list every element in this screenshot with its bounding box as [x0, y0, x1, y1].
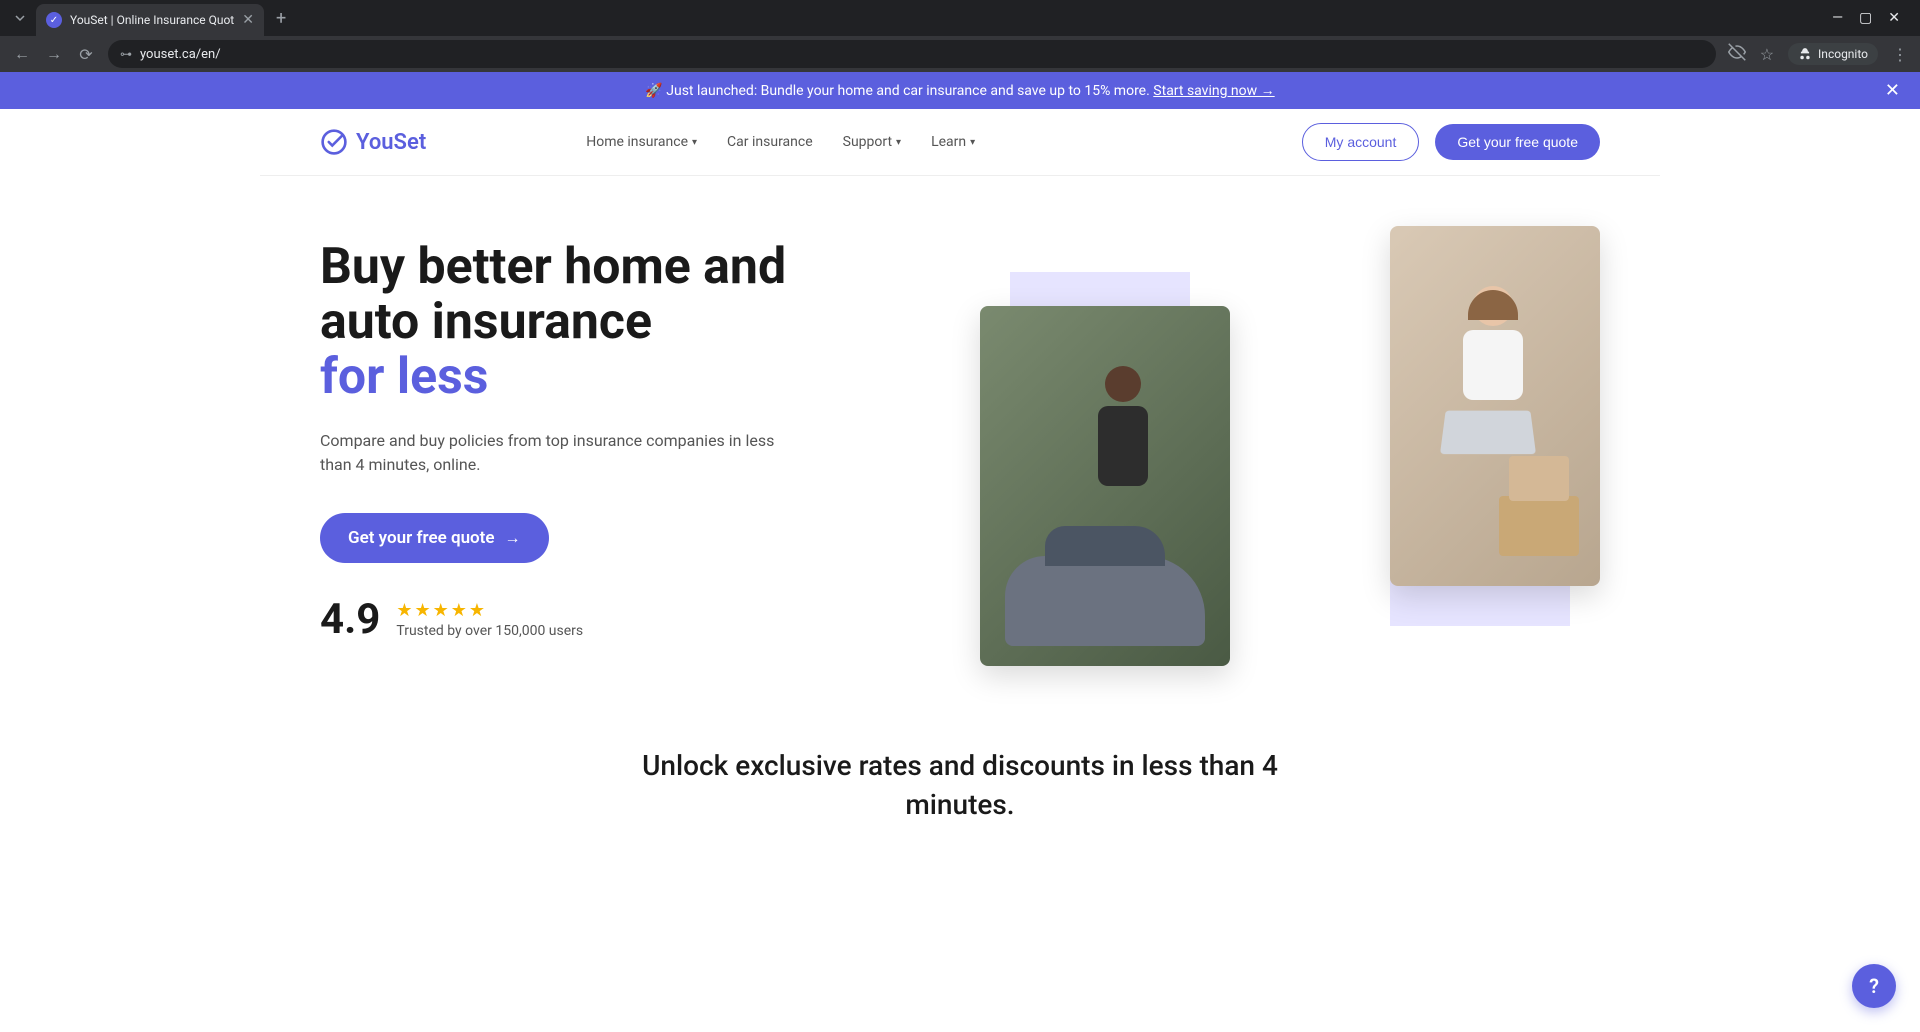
reload-button[interactable]: ⟳ — [76, 45, 96, 64]
tagline: Unlock exclusive rates and discounts in … — [610, 716, 1310, 874]
logo[interactable]: YouSet — [320, 128, 426, 156]
close-window-icon[interactable]: ✕ — [1888, 10, 1900, 26]
nav-home-insurance[interactable]: Home insurance ▾ — [586, 134, 697, 150]
url-bar: ← → ⟳ ⊶ youset.ca/en/ ☆ Incognito ⋮ — [0, 36, 1920, 72]
site-info-icon[interactable]: ⊶ — [120, 47, 132, 61]
logo-text: YouSet — [356, 130, 426, 155]
rating-value: 4.9 — [320, 595, 380, 644]
close-banner-icon[interactable]: ✕ — [1885, 80, 1900, 101]
promo-link[interactable]: Start saving now → — [1153, 82, 1274, 99]
header-actions: My account Get your free quote — [1302, 123, 1600, 161]
logo-checkmark-icon — [320, 128, 348, 156]
help-button[interactable]: ? — [1852, 964, 1896, 1008]
close-tab-icon[interactable]: ✕ — [242, 12, 254, 28]
nav-menu: Home insurance ▾ Car insurance Support ▾… — [586, 134, 975, 150]
window-controls: — ▢ ✕ — [1832, 10, 1912, 26]
hero-title-accent: for less — [320, 348, 488, 406]
tab-bar: ✓ YouSet | Online Insurance Quot ✕ + — ▢… — [0, 0, 1920, 36]
rating-block: 4.9 ★★★★★ Trusted by over 150,000 users — [320, 595, 940, 644]
hero-title: Buy better home and auto insurance for l… — [320, 240, 940, 405]
hero-images — [980, 226, 1600, 666]
maximize-icon[interactable]: ▢ — [1859, 10, 1872, 26]
url-text: youset.ca/en/ — [140, 47, 1704, 62]
tab-title: YouSet | Online Insurance Quot — [70, 13, 234, 27]
url-input[interactable]: ⊶ youset.ca/en/ — [108, 40, 1716, 68]
promo-text: Just launched: Bundle your home and car … — [663, 83, 1154, 99]
forward-button[interactable]: → — [44, 44, 64, 64]
menu-icon[interactable]: ⋮ — [1892, 45, 1908, 64]
hero-content: Buy better home and auto insurance for l… — [320, 226, 940, 666]
new-tab-button[interactable]: + — [268, 4, 294, 33]
browser-tab[interactable]: ✓ YouSet | Online Insurance Quot ✕ — [36, 4, 264, 36]
tab-search-dropdown[interactable] — [8, 6, 32, 30]
nav-car-insurance[interactable]: Car insurance — [727, 134, 813, 150]
minimize-icon[interactable]: — — [1832, 10, 1843, 26]
my-account-button[interactable]: My account — [1302, 123, 1420, 161]
promo-banner: 🚀 Just launched: Bundle your home and ca… — [0, 72, 1920, 109]
hero-subtitle: Compare and buy policies from top insura… — [320, 429, 780, 477]
page-content: 🚀 Just launched: Bundle your home and ca… — [0, 72, 1920, 1032]
arrow-right-icon: → — [505, 528, 521, 548]
header-cta-button[interactable]: Get your free quote — [1435, 124, 1600, 160]
chevron-down-icon: ▾ — [896, 137, 901, 148]
nav-support[interactable]: Support ▾ — [843, 134, 901, 150]
site-header: YouSet Home insurance ▾ Car insurance Su… — [260, 109, 1660, 176]
chevron-down-icon: ▾ — [692, 137, 697, 148]
back-button[interactable]: ← — [12, 44, 32, 64]
browser-chrome: ✓ YouSet | Online Insurance Quot ✕ + — ▢… — [0, 0, 1920, 72]
incognito-badge[interactable]: Incognito — [1788, 43, 1878, 65]
hero-image-laptop — [1390, 226, 1600, 586]
hero-image-car — [980, 306, 1230, 666]
hero-cta-button[interactable]: Get your free quote → — [320, 513, 549, 563]
rating-text: Trusted by over 150,000 users — [396, 623, 583, 639]
chevron-down-icon: ▾ — [970, 137, 975, 148]
bookmark-icon[interactable]: ☆ — [1760, 45, 1774, 64]
star-rating-icon: ★★★★★ — [396, 600, 583, 621]
eye-off-icon[interactable] — [1728, 43, 1746, 65]
hero-section: Buy better home and auto insurance for l… — [260, 176, 1660, 716]
rocket-icon: 🚀 — [645, 83, 662, 99]
nav-learn[interactable]: Learn ▾ — [931, 134, 975, 150]
favicon-icon: ✓ — [46, 12, 62, 28]
incognito-label: Incognito — [1818, 47, 1868, 61]
url-actions: ☆ Incognito ⋮ — [1728, 43, 1908, 65]
